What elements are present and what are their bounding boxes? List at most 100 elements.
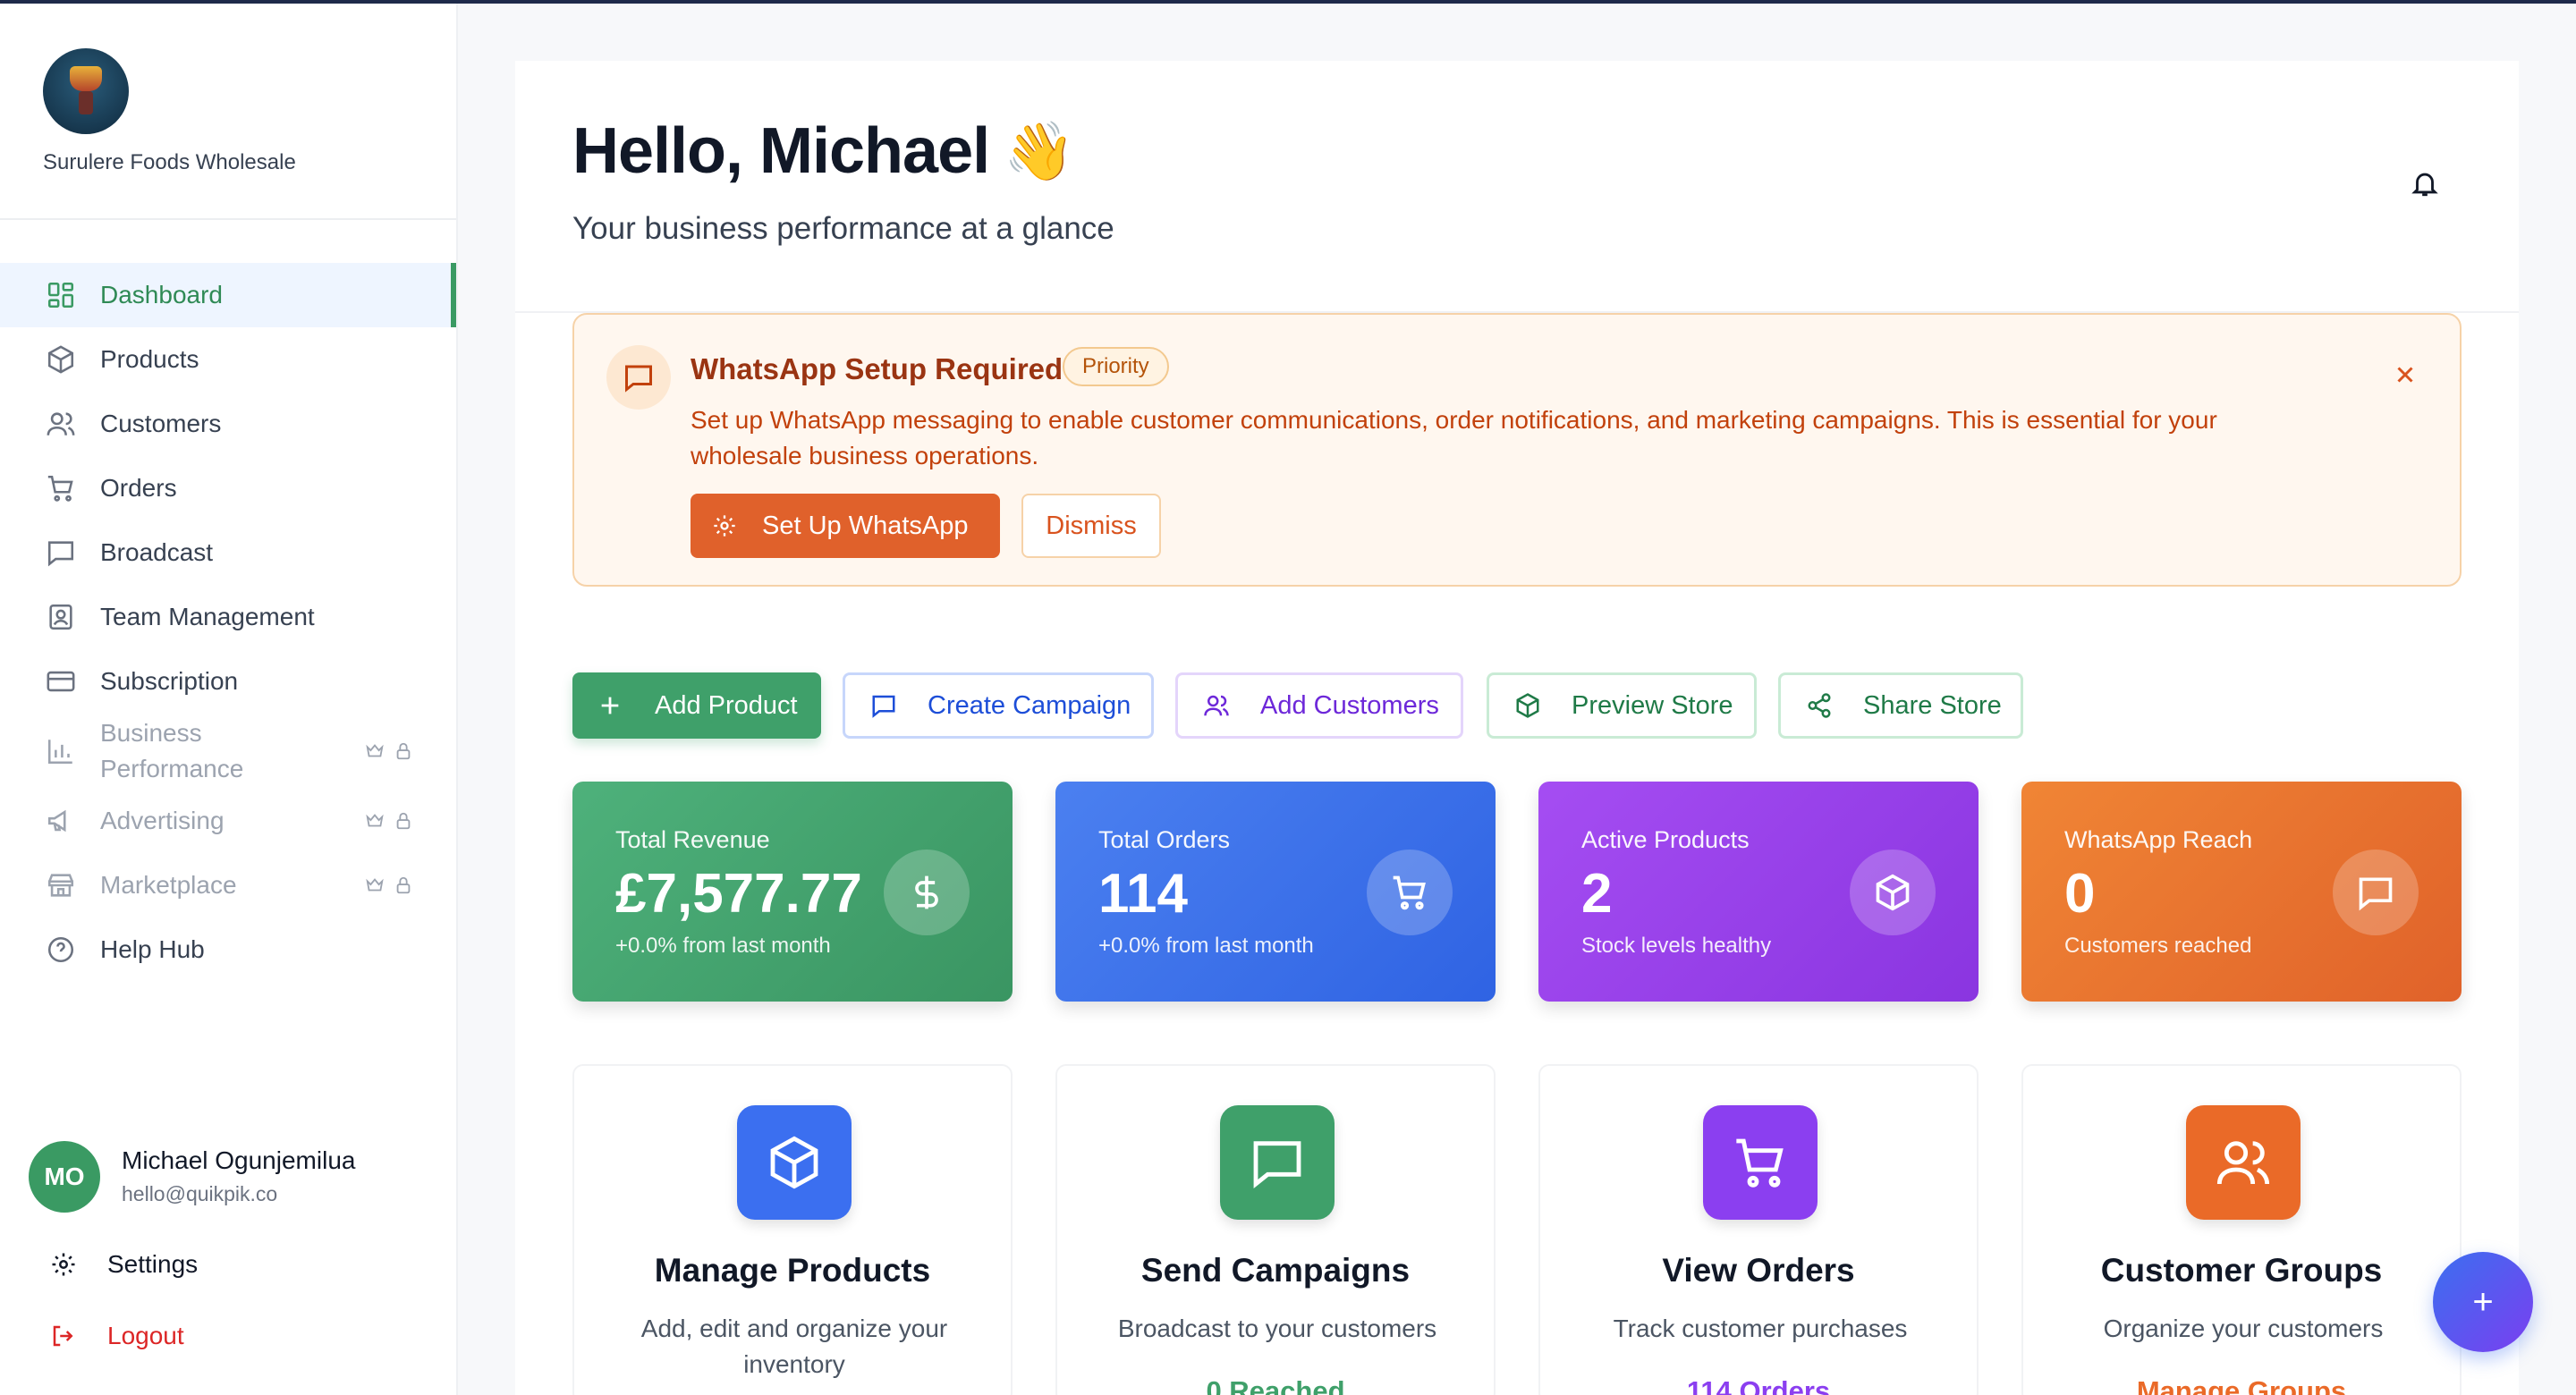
message-icon bbox=[606, 345, 671, 410]
page-subtitle: Your business performance at a glance bbox=[572, 211, 1114, 246]
sidebar: Surulere Foods Wholesale Dashboard Produ… bbox=[0, 4, 458, 1395]
dismiss-button[interactable]: Dismiss bbox=[1021, 494, 1161, 558]
sidebar-item-label: Broadcast bbox=[100, 538, 214, 566]
message-icon bbox=[2333, 850, 2419, 935]
feature-card-send-campaigns[interactable]: Send Campaigns Broadcast to your custome… bbox=[1055, 1064, 1496, 1395]
lock-icon bbox=[396, 876, 411, 894]
stat-value: 2 bbox=[1581, 863, 1613, 925]
brand-logo[interactable] bbox=[43, 48, 129, 134]
add-customers-label: Add Customers bbox=[1260, 690, 1439, 720]
stat-card-active-products: Active Products 2 Stock levels healthy bbox=[1538, 782, 1979, 1002]
premium-lock bbox=[365, 875, 413, 895]
sidebar-divider bbox=[0, 218, 456, 220]
sidebar-item-business-performance[interactable]: Business Performance bbox=[0, 714, 456, 789]
feature-card-manage-products[interactable]: Manage Products Add, edit and organize y… bbox=[572, 1064, 1013, 1395]
sidebar-item-broadcast[interactable]: Broadcast bbox=[0, 520, 456, 585]
crown-icon bbox=[366, 878, 384, 892]
feature-card-customer-groups[interactable]: Customer Groups Organize your customers … bbox=[2021, 1064, 2462, 1395]
stat-label: Active Products bbox=[1581, 826, 1750, 853]
help-icon bbox=[43, 932, 79, 968]
users-icon bbox=[1203, 691, 1232, 720]
share-icon bbox=[1806, 691, 1835, 720]
premium-lock bbox=[365, 811, 413, 831]
users-icon bbox=[2186, 1105, 2301, 1220]
message-icon bbox=[1220, 1105, 1335, 1220]
sidebar-nav: Dashboard Products Customers Orders Broa… bbox=[0, 263, 456, 982]
sidebar-item-marketplace[interactable]: Marketplace bbox=[0, 853, 456, 917]
stat-label: Total Orders bbox=[1098, 826, 1231, 853]
logout-link[interactable]: Logout bbox=[50, 1322, 184, 1350]
settings-link[interactable]: Settings bbox=[50, 1250, 198, 1279]
feature-link[interactable]: Manage Groups bbox=[2023, 1375, 2460, 1395]
close-icon[interactable] bbox=[2392, 361, 2420, 390]
sidebar-item-label: Help Hub bbox=[100, 935, 205, 963]
stat-subtext: Stock levels healthy bbox=[1581, 934, 1772, 958]
box-icon bbox=[43, 342, 79, 377]
feature-link[interactable]: 114 Orders bbox=[1540, 1375, 1977, 1395]
add-product-button[interactable]: Add Product bbox=[572, 672, 821, 739]
sidebar-item-subscription[interactable]: Subscription bbox=[0, 649, 456, 714]
feature-card-view-orders[interactable]: View Orders Track customer purchases 114… bbox=[1538, 1064, 1979, 1395]
priority-badge: Priority bbox=[1063, 347, 1169, 386]
page-title: Hello, Michael 👋 bbox=[572, 114, 1075, 188]
feature-title: Manage Products bbox=[654, 1252, 931, 1289]
crown-icon bbox=[366, 744, 384, 757]
sidebar-item-label: Business Performance bbox=[100, 719, 244, 782]
share-store-button[interactable]: Share Store bbox=[1778, 672, 2023, 739]
bar-chart-icon bbox=[43, 733, 79, 769]
stat-card-whatsapp-reach: WhatsApp Reach 0 Customers reached bbox=[2021, 782, 2462, 1002]
sidebar-item-team-management[interactable]: Team Management bbox=[0, 585, 456, 649]
user-email: hello@quikpik.co bbox=[122, 1182, 278, 1205]
add-product-label: Add Product bbox=[655, 690, 798, 720]
message-icon bbox=[870, 691, 899, 720]
add-customers-button[interactable]: Add Customers bbox=[1175, 672, 1463, 739]
lock-icon bbox=[396, 812, 411, 830]
avatar[interactable]: MO bbox=[29, 1141, 100, 1213]
user-name: Michael Ogunjemilua bbox=[122, 1146, 356, 1174]
sidebar-item-customers[interactable]: Customers bbox=[0, 392, 456, 456]
feature-description: Track customer purchases bbox=[1613, 1315, 1908, 1342]
wave-emoji: 👋 bbox=[1004, 118, 1075, 183]
sidebar-item-dashboard[interactable]: Dashboard bbox=[0, 263, 456, 327]
sidebar-item-orders[interactable]: Orders bbox=[0, 456, 456, 520]
box-icon bbox=[1850, 850, 1936, 935]
message-icon bbox=[43, 535, 79, 571]
brand-name: Surulere Foods Wholesale bbox=[43, 150, 296, 174]
lock-icon bbox=[396, 742, 411, 760]
whatsapp-setup-alert: WhatsApp Setup Required Priority Set up … bbox=[572, 313, 2462, 587]
greeting-text: Hello, Michael bbox=[572, 115, 990, 187]
preview-store-button[interactable]: Preview Store bbox=[1487, 672, 1757, 739]
cart-icon bbox=[1367, 850, 1453, 935]
bell-icon[interactable] bbox=[2410, 166, 2442, 202]
feature-description: Organize your customers bbox=[2103, 1315, 2384, 1342]
sidebar-item-products[interactable]: Products bbox=[0, 327, 456, 392]
stat-card-total-revenue: Total Revenue £7,577.77 +0.0% from last … bbox=[572, 782, 1013, 1002]
store-icon bbox=[43, 867, 79, 903]
create-campaign-label: Create Campaign bbox=[928, 690, 1131, 720]
alert-text: Set up WhatsApp messaging to enable cust… bbox=[691, 406, 2217, 469]
sidebar-item-help-hub[interactable]: Help Hub bbox=[0, 917, 456, 982]
sidebar-item-label: Team Management bbox=[100, 603, 315, 630]
stat-value: £7,577.77 bbox=[615, 863, 862, 925]
sidebar-item-label: Advertising bbox=[100, 807, 225, 834]
gear-icon bbox=[712, 513, 737, 538]
create-campaign-button[interactable]: Create Campaign bbox=[843, 672, 1154, 739]
stat-label: WhatsApp Reach bbox=[2064, 826, 2253, 853]
dollar-icon bbox=[884, 850, 970, 935]
alert-title: WhatsApp Setup Required bbox=[691, 352, 1063, 385]
stat-card-total-orders: Total Orders 114 +0.0% from last month bbox=[1055, 782, 1496, 1002]
cart-icon bbox=[43, 470, 79, 506]
feature-link[interactable]: 0 Reached bbox=[1057, 1375, 1494, 1395]
credit-card-icon bbox=[43, 664, 79, 699]
sidebar-item-label: Products bbox=[100, 345, 199, 373]
settings-label: Settings bbox=[107, 1250, 199, 1278]
setup-whatsapp-button[interactable]: Set Up WhatsApp bbox=[691, 494, 1000, 558]
feature-title: Send Campaigns bbox=[1140, 1252, 1411, 1289]
sidebar-item-advertising[interactable]: Advertising bbox=[0, 789, 456, 853]
feature-description: Broadcast to your customers bbox=[1117, 1315, 1437, 1342]
floating-add-button[interactable]: + bbox=[2433, 1252, 2533, 1352]
feature-title: View Orders bbox=[1662, 1252, 1855, 1289]
stat-subtext: Customers reached bbox=[2064, 934, 2252, 958]
gear-icon bbox=[50, 1250, 79, 1279]
crown-icon bbox=[366, 814, 384, 827]
